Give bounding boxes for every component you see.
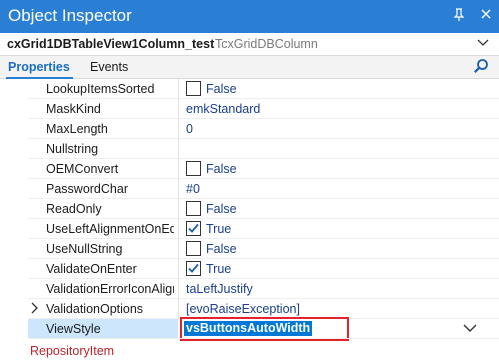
property-name: UseNullString (46, 242, 123, 256)
row-gutter (0, 279, 28, 299)
property-name: ViewStyle (46, 322, 101, 336)
property-name: RepositoryItem (30, 344, 115, 358)
search-icon[interactable] (473, 58, 489, 77)
row-gutter (0, 219, 28, 239)
property-name: MaxLength (46, 122, 108, 136)
column-divider (178, 239, 179, 259)
property-row[interactable]: UseNullString False (0, 239, 499, 259)
column-divider (178, 139, 179, 159)
property-value[interactable]: 0 (186, 122, 193, 136)
property-name: LookupItemsSorted (46, 82, 155, 96)
tab-properties[interactable]: Properties (6, 60, 73, 79)
property-row[interactable]: LookupItemsSorted False (0, 79, 499, 99)
column-divider (178, 79, 179, 99)
row-gutter (0, 199, 28, 219)
row-gutter (0, 119, 28, 139)
title-bar-buttons (452, 8, 493, 24)
title-bar: Object Inspector (0, 0, 499, 33)
property-row-selected[interactable]: ViewStyle vsButtonsAutoWidth (0, 317, 499, 341)
property-name: PasswordChar (46, 182, 128, 196)
checkbox[interactable] (186, 241, 201, 256)
property-row[interactable]: ReadOnly False (0, 199, 499, 219)
column-divider (178, 259, 179, 279)
property-name: Nullstring (46, 142, 99, 156)
column-divider (178, 179, 179, 199)
property-row[interactable]: PasswordChar #0 (0, 179, 499, 199)
row-gutter (0, 139, 28, 159)
checkbox[interactable] (186, 201, 201, 216)
column-divider (178, 299, 179, 319)
row-gutter (0, 319, 28, 339)
property-name: ValidationOptions (46, 302, 144, 316)
chevron-down-icon[interactable] (477, 36, 489, 51)
pin-icon[interactable] (452, 8, 466, 24)
property-value: True (206, 222, 232, 236)
property-name: ReadOnly (46, 202, 102, 216)
object-class: TcxGridDBColumn (215, 37, 318, 51)
checkbox[interactable] (186, 81, 201, 96)
column-divider (178, 159, 179, 179)
checkmark-icon (188, 263, 199, 273)
row-gutter (0, 179, 28, 199)
property-row[interactable]: ValidateOnEnter True (0, 259, 499, 279)
property-name: UseLeftAlignmentOnEdit (46, 222, 174, 236)
row-gutter (0, 99, 28, 119)
property-row[interactable]: RepositoryItem (0, 341, 499, 361)
row-divider (28, 338, 499, 339)
property-value: False (206, 202, 237, 216)
property-row[interactable]: UseLeftAlignmentOnEdit True (0, 219, 499, 239)
column-divider (178, 119, 179, 139)
chevron-right-icon[interactable] (30, 301, 40, 315)
property-value[interactable]: #0 (186, 182, 200, 196)
property-row[interactable]: ValidationOptions [evoRaiseException] (0, 299, 499, 319)
checkbox-checked[interactable] (186, 261, 201, 276)
column-divider (178, 219, 179, 239)
property-row[interactable]: Nullstring (0, 139, 499, 159)
column-divider (178, 199, 179, 219)
property-value: False (206, 162, 237, 176)
tabs-bar: Properties Events (0, 56, 499, 79)
row-gutter (0, 239, 28, 259)
checkbox-checked[interactable] (186, 221, 201, 236)
row-gutter (0, 159, 28, 179)
row-gutter (0, 259, 28, 279)
property-name: OEMConvert (46, 162, 119, 176)
property-grid: LookupItemsSorted False MaskKind emkStan… (0, 79, 499, 362)
object-name: cxGrid1DBTableView1Column_test (7, 37, 215, 51)
property-row[interactable]: OEMConvert False (0, 159, 499, 179)
window-title: Object Inspector (8, 6, 132, 25)
tab-events[interactable]: Events (90, 60, 128, 74)
property-name: MaskKind (46, 102, 101, 116)
column-divider (178, 99, 179, 119)
checkmark-icon (188, 223, 199, 233)
property-row[interactable]: MaxLength 0 (0, 119, 499, 139)
close-icon[interactable] (479, 8, 493, 24)
property-row[interactable]: ValidationErrorIconAlignment taLeftJusti… (0, 279, 499, 299)
property-value: False (206, 242, 237, 256)
column-divider (178, 279, 179, 299)
property-value[interactable]: emkStandard (186, 102, 260, 116)
object-selector[interactable]: cxGrid1DBTableView1Column_test TcxGridDB… (0, 33, 499, 56)
property-name: ValidateOnEnter (46, 262, 137, 276)
property-value[interactable]: [evoRaiseException] (186, 302, 300, 316)
row-gutter (0, 79, 28, 99)
checkbox[interactable] (186, 161, 201, 176)
property-value[interactable]: taLeftJustify (186, 282, 253, 296)
property-value: False (206, 82, 237, 96)
row-gutter (0, 299, 28, 319)
property-name: ValidationErrorIconAlignment (46, 282, 174, 296)
property-row[interactable]: MaskKind emkStandard (0, 99, 499, 119)
property-value: True (206, 262, 232, 276)
chevron-down-icon[interactable] (463, 322, 477, 337)
